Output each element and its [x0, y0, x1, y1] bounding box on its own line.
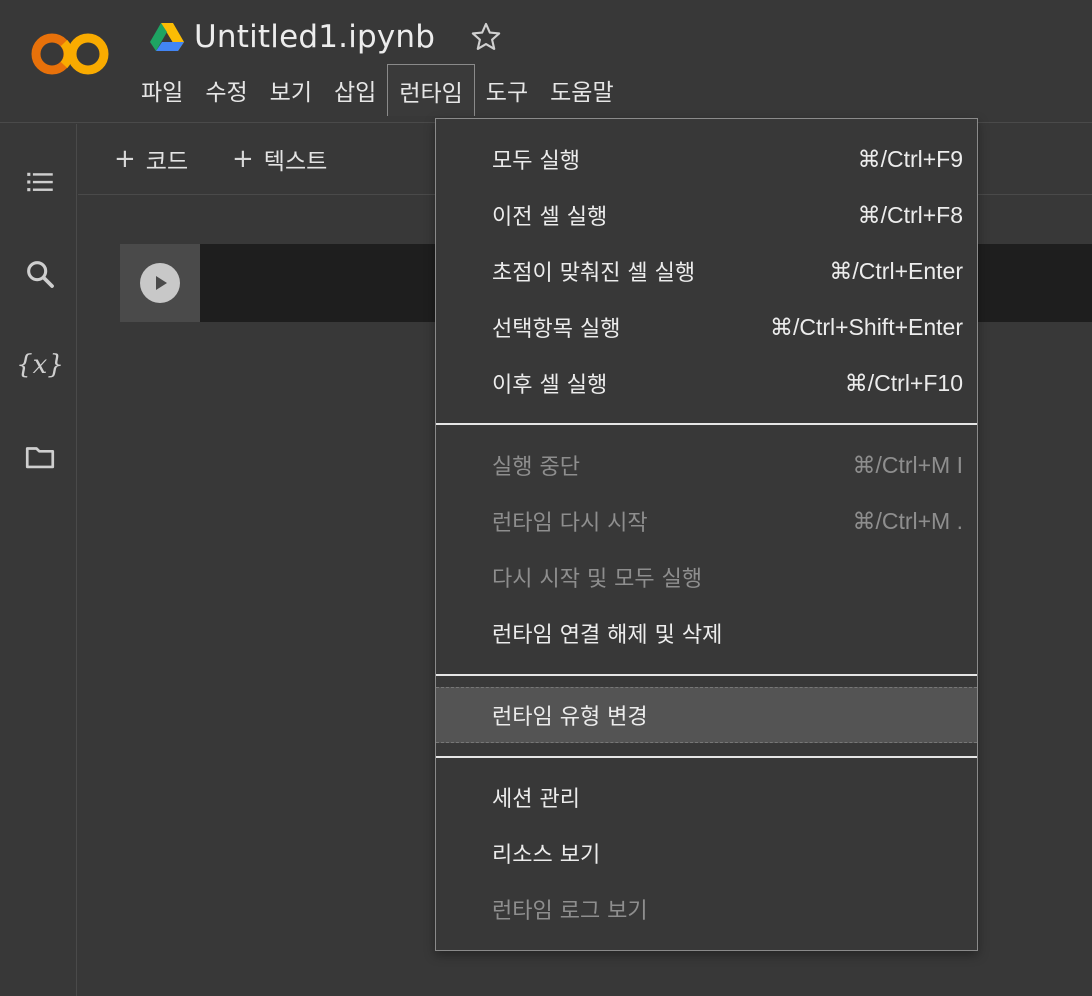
menu-item-label: 실행 중단 [492, 455, 580, 480]
menu-item-label: 다시 시작 및 모두 실행 [492, 567, 703, 592]
play-icon [156, 276, 167, 290]
menu-view[interactable]: 보기 [259, 64, 323, 116]
google-drive-icon[interactable] [150, 22, 184, 52]
menu-divider [436, 756, 977, 758]
plus-icon: + [114, 144, 136, 174]
add-code-label: 코드 [145, 149, 189, 175]
folder-icon[interactable] [20, 437, 60, 477]
menu-item-change-runtime-type[interactable]: 런타임 유형 변경 [436, 687, 977, 743]
menu-item-label: 런타임 로그 보기 [492, 899, 648, 924]
menu-item-shortcut: ⌘/Ctrl+F9 [857, 145, 963, 172]
menu-item-restart-runtime[interactable]: 런타임 다시 시작 ⌘/Ctrl+M . [436, 493, 977, 549]
menu-item-manage-sessions[interactable]: 세션 관리 [436, 769, 977, 825]
cell-gutter [120, 244, 200, 322]
menu-help[interactable]: 도움말 [539, 64, 624, 116]
menu-tools[interactable]: 도구 [475, 64, 539, 116]
add-text-label: 텍스트 [263, 149, 328, 175]
run-cell-button[interactable] [140, 263, 180, 303]
add-text-button[interactable]: + 텍스트 [232, 142, 327, 176]
add-code-button[interactable]: + 코드 [114, 142, 188, 176]
menu-item-shortcut: ⌘/Ctrl+M . [852, 507, 963, 534]
menu-item-label: 런타임 연결 해제 및 삭제 [492, 623, 723, 648]
menu-item-label: 리소스 보기 [492, 843, 601, 868]
variables-icon[interactable]: {x} [16, 345, 64, 385]
menu-divider [436, 423, 977, 425]
plus-icon: + [232, 144, 254, 174]
menu-item-view-resources[interactable]: 리소스 보기 [436, 825, 977, 881]
runtime-menu: 모두 실행 ⌘/Ctrl+F9 이전 셀 실행 ⌘/Ctrl+F8 초점이 맞춰… [435, 118, 978, 951]
menu-item-run-all[interactable]: 모두 실행 ⌘/Ctrl+F9 [436, 131, 977, 187]
header: Untitled1.ipynb 파일 수정 보기 삽입 런타임 도구 도움말 [0, 0, 1092, 123]
menu-item-shortcut: ⌘/Ctrl+F8 [857, 201, 963, 228]
menu-item-restart-and-run-all[interactable]: 다시 시작 및 모두 실행 [436, 549, 977, 605]
table-of-contents-icon[interactable] [20, 162, 60, 202]
menu-item-label: 이후 셀 실행 [492, 373, 608, 398]
menu-item-shortcut: ⌘/Ctrl+F10 [844, 369, 963, 396]
menu-file[interactable]: 파일 [130, 64, 194, 116]
menu-item-run-selection[interactable]: 선택항목 실행 ⌘/Ctrl+Shift+Enter [436, 299, 977, 355]
menu-item-shortcut: ⌘/Ctrl+Shift+Enter [769, 313, 963, 340]
menu-edit[interactable]: 수정 [194, 64, 258, 116]
menu-item-label: 런타임 다시 시작 [492, 511, 648, 536]
menu-runtime[interactable]: 런타임 [387, 64, 475, 116]
menu-item-run-after[interactable]: 이후 셀 실행 ⌘/Ctrl+F10 [436, 355, 977, 411]
menu-divider [436, 674, 977, 676]
menu-item-view-runtime-logs[interactable]: 런타임 로그 보기 [436, 881, 977, 937]
search-icon[interactable] [20, 254, 60, 294]
menu-item-run-before[interactable]: 이전 셀 실행 ⌘/Ctrl+F8 [436, 187, 977, 243]
title-row: Untitled1.ipynb [150, 16, 503, 58]
menu-item-shortcut: ⌘/Ctrl+Enter [829, 257, 963, 284]
colab-logo-icon[interactable] [28, 30, 112, 78]
menu-item-label: 초점이 맞춰진 셀 실행 [492, 261, 696, 286]
variables-glyph: {x} [16, 350, 64, 380]
menu-item-run-focused[interactable]: 초점이 맞춰진 셀 실행 ⌘/Ctrl+Enter [436, 243, 977, 299]
menu-item-label: 선택항목 실행 [492, 317, 621, 342]
menubar: 파일 수정 보기 삽입 런타임 도구 도움말 [130, 64, 625, 116]
menu-item-label: 이전 셀 실행 [492, 205, 608, 230]
menu-item-label: 세션 관리 [492, 787, 580, 812]
menu-item-label: 런타임 유형 변경 [492, 705, 648, 730]
menu-insert[interactable]: 삽입 [323, 64, 387, 116]
star-icon[interactable] [469, 20, 503, 54]
menu-item-shortcut: ⌘/Ctrl+M I [852, 451, 963, 478]
left-sidebar: {x} [0, 124, 77, 996]
menu-item-label: 모두 실행 [492, 149, 580, 174]
menu-item-interrupt[interactable]: 실행 중단 ⌘/Ctrl+M I [436, 437, 977, 493]
notebook-title[interactable]: Untitled1.ipynb [194, 19, 435, 55]
menu-item-disconnect-delete-runtime[interactable]: 런타임 연결 해제 및 삭제 [436, 605, 977, 661]
